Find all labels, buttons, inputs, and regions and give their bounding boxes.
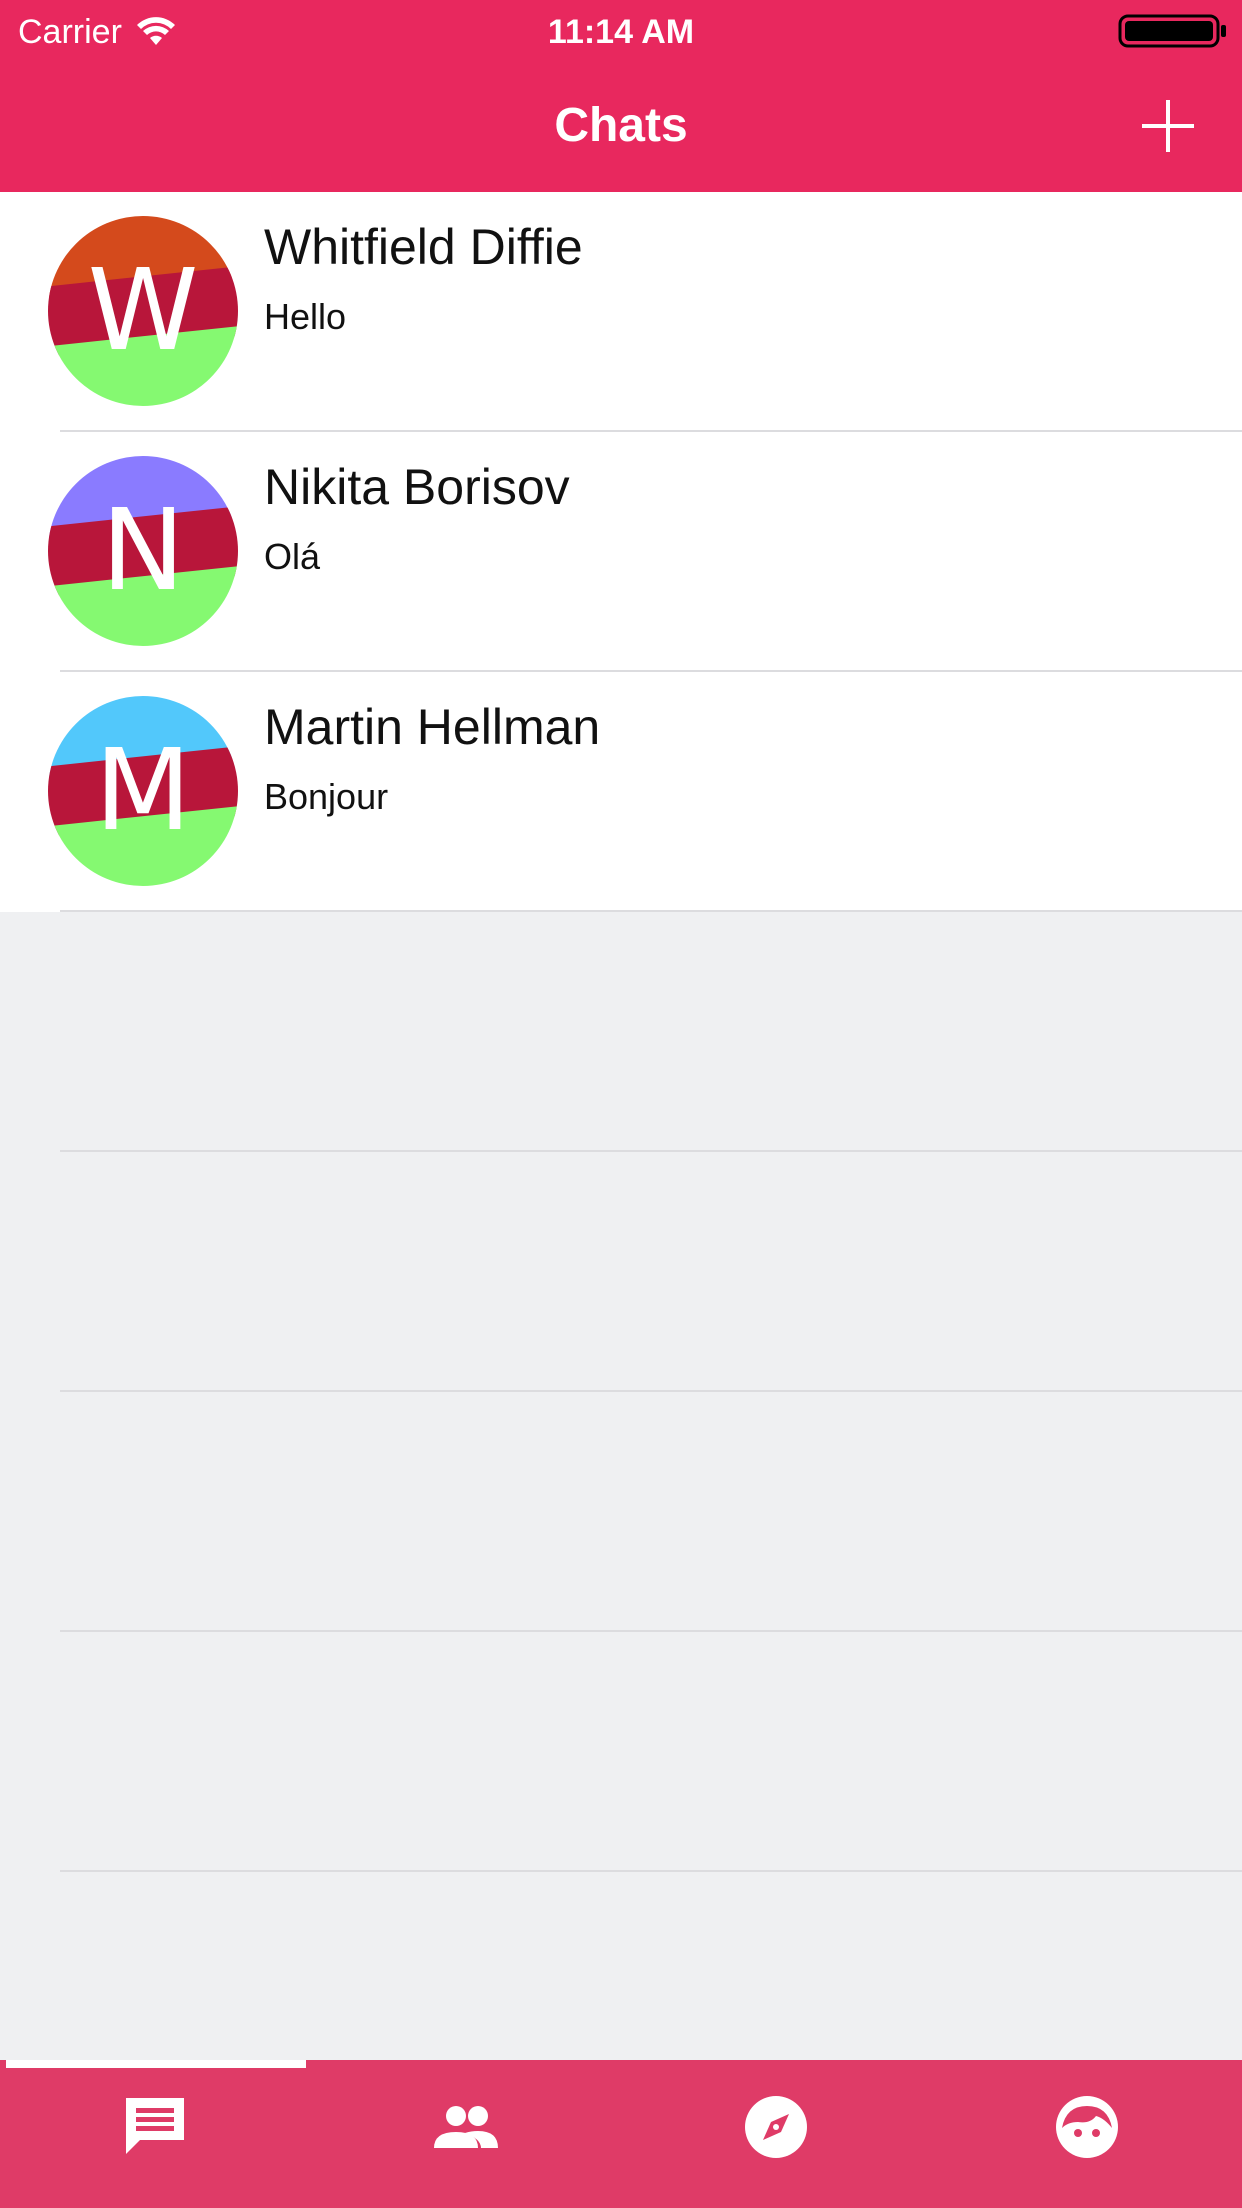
chat-bubble-icon bbox=[126, 2098, 185, 2154]
empty-row-divider bbox=[60, 1150, 1242, 1152]
navigation-header: Carrier 11:14 AM Chats bbox=[0, 0, 1242, 192]
empty-row-divider bbox=[60, 1390, 1242, 1392]
tab-contacts[interactable] bbox=[311, 2060, 622, 2208]
tab-chats[interactable] bbox=[0, 2060, 311, 2208]
page-title: Chats bbox=[554, 99, 688, 152]
plus-icon[interactable] bbox=[1138, 96, 1198, 156]
chat-row[interactable]: N Nikita Borisov Olá bbox=[0, 432, 1242, 672]
row-divider bbox=[60, 910, 1242, 912]
chat-last-message: Hello bbox=[264, 296, 347, 337]
chat-name: Martin Hellman bbox=[264, 699, 601, 755]
selected-tab-indicator bbox=[6, 2060, 306, 2068]
people-icon bbox=[433, 2106, 498, 2148]
tab-bar bbox=[0, 2060, 1242, 2208]
chat-row[interactable]: W Whitfield Diffie Hello bbox=[0, 192, 1242, 432]
face-icon bbox=[1055, 2096, 1118, 2158]
status-time: 11:14 AM bbox=[547, 13, 695, 51]
battery-icon bbox=[1118, 14, 1226, 48]
avatar: W bbox=[48, 216, 238, 406]
tab-profile[interactable] bbox=[932, 2060, 1242, 2208]
chat-name: Nikita Borisov bbox=[264, 459, 570, 515]
compass-icon bbox=[745, 2096, 808, 2158]
chat-last-message: Bonjour bbox=[264, 776, 389, 817]
avatar-initial: N bbox=[101, 486, 185, 616]
chat-list: W Whitfield Diffie Hello N Nikita Boriso… bbox=[0, 192, 1242, 912]
avatar-initial: M bbox=[94, 726, 192, 856]
avatar: M bbox=[48, 696, 238, 886]
chat-last-message: Olá bbox=[264, 536, 321, 577]
chat-name: Whitfield Diffie bbox=[264, 219, 583, 275]
avatar: N bbox=[48, 456, 238, 646]
empty-row-divider bbox=[60, 1630, 1242, 1632]
avatar-initial: W bbox=[87, 246, 199, 376]
empty-row-divider bbox=[60, 1870, 1242, 1872]
tab-discover[interactable] bbox=[621, 2060, 932, 2208]
chat-row[interactable]: M Martin Hellman Bonjour bbox=[0, 672, 1242, 912]
